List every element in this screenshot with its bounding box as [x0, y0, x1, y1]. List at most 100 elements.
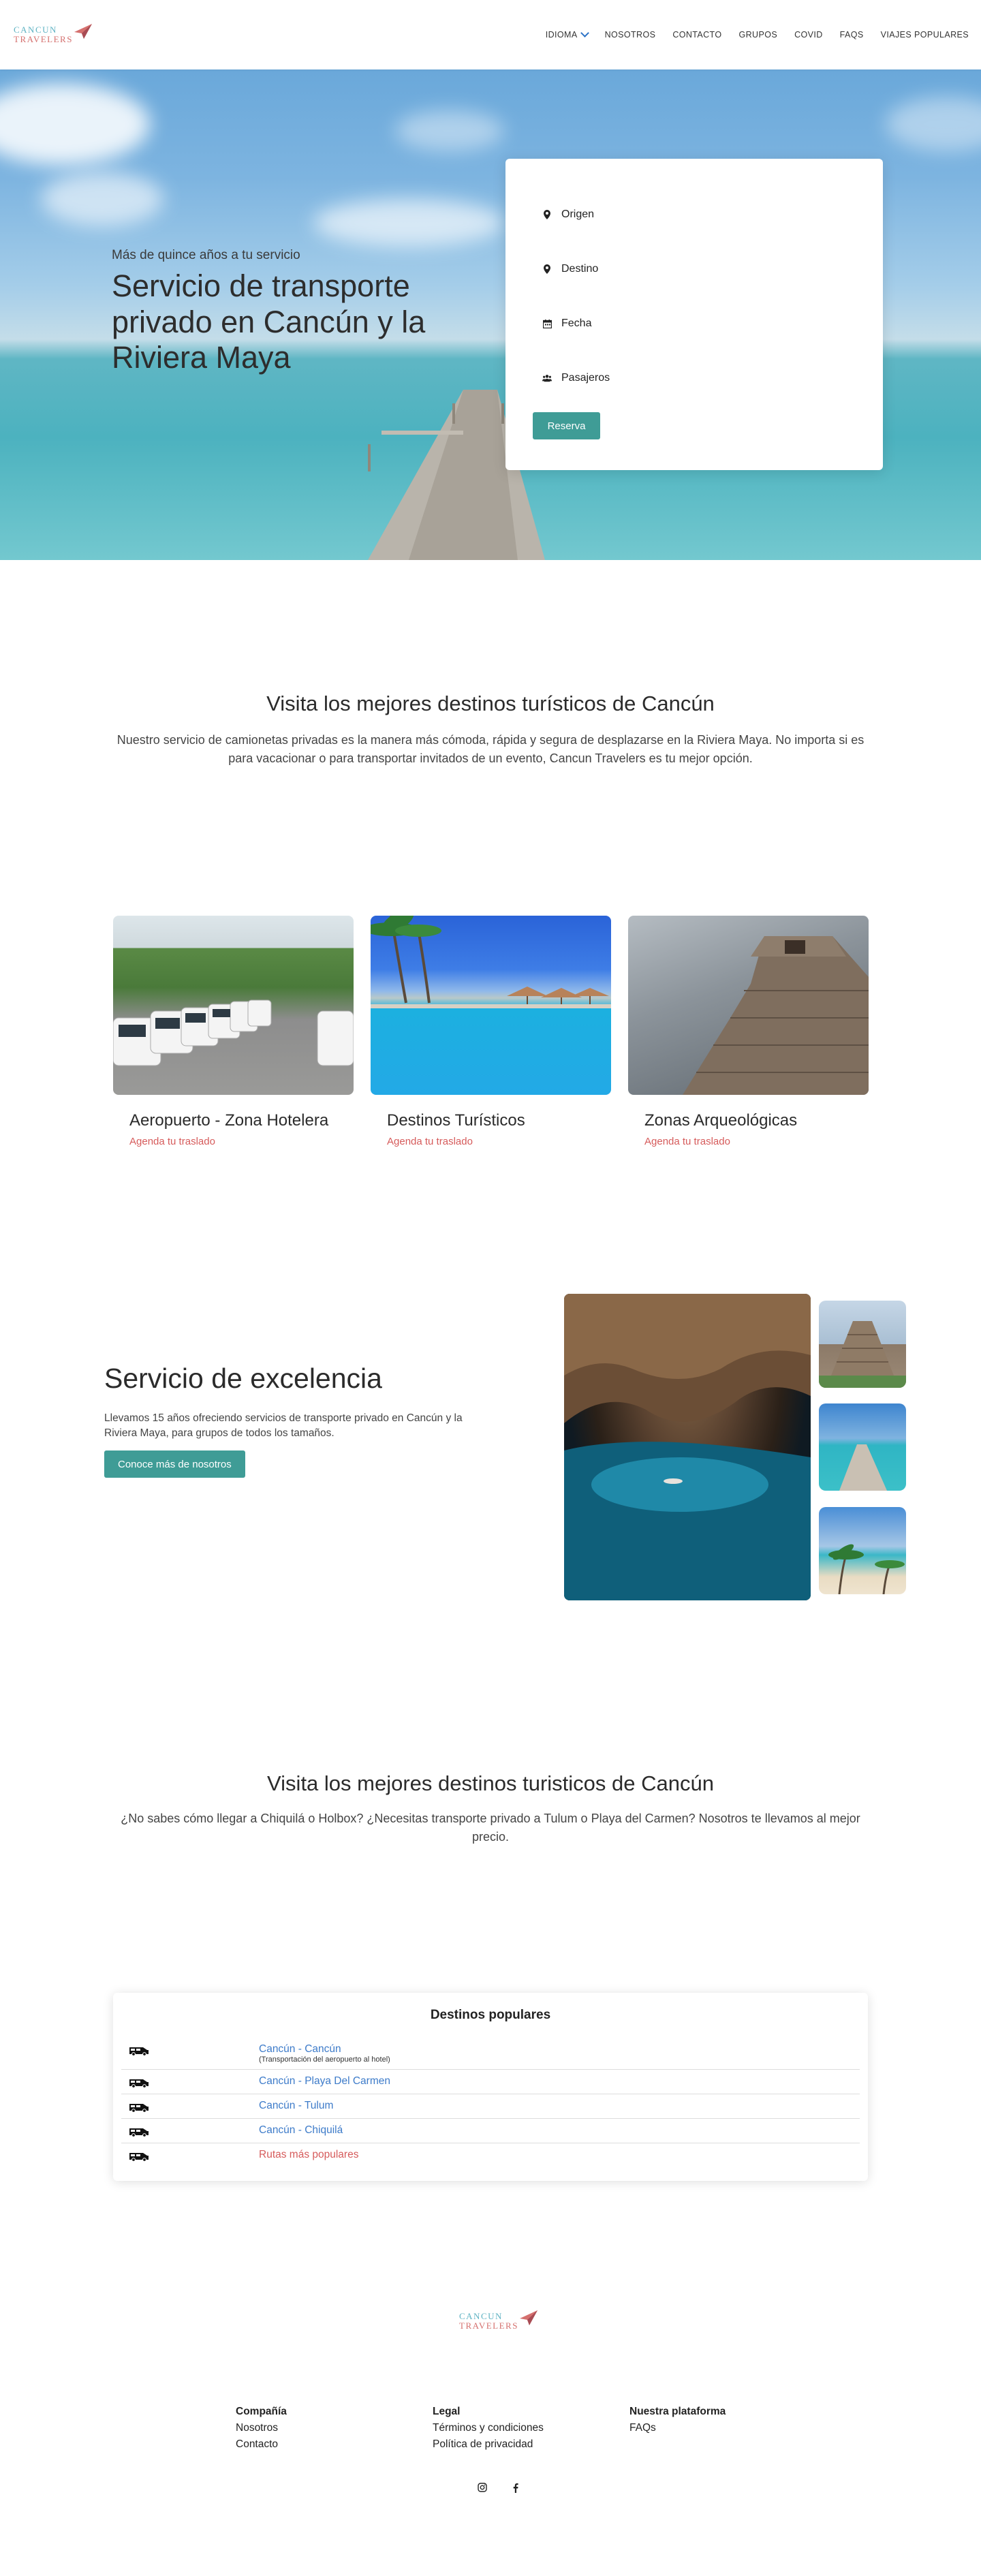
footer-heading: Legal	[433, 2406, 461, 2417]
hero-cloud	[313, 199, 504, 247]
popular-section: Visita los mejores destinos turisticos d…	[0, 1771, 981, 1846]
van-icon	[129, 2128, 149, 2137]
nav-viajes-populares[interactable]: Viajes populares	[881, 30, 969, 40]
destination-row[interactable]: Cancún - Chiquilá	[121, 2119, 860, 2143]
logo-line1: Cancun	[14, 25, 57, 35]
hero-subtitle: Más de quince años a tu servicio	[112, 248, 300, 262]
booking-form: Origen Destino Fecha Pasajeros Reserva	[505, 159, 883, 470]
popular-destinations-table: Destinos populares Cancún - Cancún (Trans…	[113, 1993, 868, 2181]
footer-col-company: Compañía Nosotros Contacto	[236, 2404, 433, 2453]
hero-cloud	[886, 97, 981, 151]
destination-link[interactable]: Cancún - Playa Del Carmen	[259, 2075, 390, 2088]
popular-routes-link[interactable]: Rutas más populares	[259, 2149, 358, 2161]
intro-section: Visita los mejores destinos turísticos d…	[0, 692, 981, 768]
passengers-field[interactable]: Pasajeros	[533, 351, 856, 405]
logo-line1: Cancun	[459, 2311, 503, 2321]
origin-field[interactable]: Origen	[533, 187, 856, 242]
logo-line2: Travelers	[459, 2320, 518, 2331]
cenote-image	[564, 1294, 811, 1600]
beach-thumb-image	[819, 1507, 906, 1594]
destination-label: Destino	[561, 263, 599, 275]
social-links	[477, 2482, 520, 2493]
card-book-link[interactable]: Agenda tu traslado	[129, 1136, 354, 1147]
destinations-title: Destinos populares	[430, 2008, 551, 2022]
date-field[interactable]: Fecha	[533, 296, 856, 351]
card-title: Zonas Arqueológicas	[644, 1111, 798, 1130]
service-card[interactable]: Aeropuerto - Zona Hotelera Agenda tu tra…	[113, 916, 354, 1147]
footer-col-platform: Nuestra plataforma FAQs	[629, 2404, 826, 2453]
van-icon	[129, 2104, 149, 2113]
nav-contacto[interactable]: Contacto	[672, 30, 721, 40]
service-cards: Aeropuerto - Zona Hotelera Agenda tu tra…	[113, 916, 869, 1147]
date-label: Fecha	[561, 317, 592, 329]
hero-cloud	[0, 83, 150, 165]
service-card[interactable]: Zonas Arqueológicas Agenda tu traslado	[628, 916, 869, 1147]
nav-grupos[interactable]: Grupos	[739, 30, 778, 40]
chevron-down-icon	[580, 29, 589, 37]
calendar-icon	[542, 319, 552, 328]
service-card[interactable]: Destinos Turísticos Agenda tu traslado	[371, 916, 611, 1147]
destination-note: (Transportación del aeropuerto al hotel)	[259, 2055, 390, 2064]
footer-link-terms[interactable]: Términos y condiciones	[433, 2420, 629, 2436]
nav-idioma[interactable]: Idioma	[546, 29, 589, 40]
site-logo[interactable]: Cancun Travelers	[14, 24, 92, 44]
excellence-section: Servicio de excelencia Llevamos 15 años …	[104, 1363, 486, 1478]
excellence-body: Llevamos 15 años ofreciendo servicios de…	[104, 1412, 463, 1439]
facebook-icon[interactable]	[510, 2482, 520, 2493]
card-book-link[interactable]: Agenda tu traslado	[387, 1136, 611, 1147]
destination-row[interactable]: Rutas más populares	[121, 2143, 860, 2167]
vans-image	[113, 916, 354, 1095]
origin-label: Origen	[561, 208, 595, 220]
footer-heading: Nuestra plataforma	[629, 2406, 726, 2417]
footer-link-faqs[interactable]: FAQs	[629, 2420, 826, 2436]
passengers-label: Pasajeros	[561, 372, 610, 384]
footer-link-contacto[interactable]: Contacto	[236, 2436, 433, 2453]
intro-description: Nuestro servicio de camionetas privadas …	[116, 733, 865, 765]
popular-description: ¿No sabes cómo llegar a Chiquilá o Holbo…	[121, 1812, 860, 1844]
hero-cloud	[395, 110, 504, 151]
hero-section: Más de quince años a tu servicio Servici…	[0, 69, 981, 560]
destination-row[interactable]: Cancún - Tulum	[121, 2094, 860, 2119]
excellence-title: Servicio de excelencia	[104, 1363, 382, 1394]
top-navbar: Cancun Travelers Idioma Nosotros Contact…	[0, 0, 981, 69]
card-title: Aeropuerto - Zona Hotelera	[129, 1111, 329, 1130]
destination-row[interactable]: Cancún - Cancún (Transportación del aerop…	[121, 2038, 860, 2070]
nav-covid[interactable]: Covid	[794, 30, 823, 40]
main-menu: Idioma Nosotros Contacto Grupos Covid FA…	[546, 29, 969, 40]
paper-plane-icon	[519, 2310, 538, 2325]
footer-links: Compañía Nosotros Contacto Legal Término…	[236, 2404, 826, 2453]
pyramid-thumb-image	[819, 1301, 906, 1388]
map-pin-icon	[542, 264, 552, 274]
footer-link-nosotros[interactable]: Nosotros	[236, 2420, 433, 2436]
about-us-button[interactable]: Conoce más de nosotros	[104, 1450, 245, 1478]
destination-field[interactable]: Destino	[533, 242, 856, 296]
destination-row[interactable]: Cancún - Playa Del Carmen	[121, 2070, 860, 2094]
pyramid-image	[628, 916, 869, 1095]
instagram-icon[interactable]	[477, 2482, 488, 2493]
card-title: Destinos Turísticos	[387, 1111, 525, 1130]
footer-link-privacy[interactable]: Política de privacidad	[433, 2436, 629, 2453]
reserve-button[interactable]: Reserva	[533, 412, 600, 439]
popular-title: Visita los mejores destinos turisticos d…	[267, 1771, 714, 1795]
footer-logo[interactable]: Cancun Travelers	[459, 2310, 538, 2331]
hero-title: Servicio de transporte privado en Cancún…	[112, 268, 426, 375]
van-icon	[129, 2047, 149, 2056]
card-book-link[interactable]: Agenda tu traslado	[644, 1136, 869, 1147]
footer-col-legal: Legal Términos y condiciones Política de…	[433, 2404, 629, 2453]
destination-link[interactable]: Cancún - Cancún	[259, 2043, 390, 2055]
destination-link[interactable]: Cancún - Tulum	[259, 2100, 333, 2112]
resort-pool-image	[371, 916, 611, 1095]
hero-cloud	[41, 172, 164, 226]
footer-heading: Compañía	[236, 2406, 287, 2417]
map-pin-icon	[542, 210, 552, 219]
paper-plane-icon	[74, 24, 92, 39]
intro-title: Visita los mejores destinos turísticos d…	[266, 692, 715, 715]
van-icon	[129, 2153, 149, 2162]
pier-thumb-image	[819, 1403, 906, 1491]
nav-nosotros[interactable]: Nosotros	[605, 30, 656, 40]
users-icon	[542, 373, 552, 383]
van-icon	[129, 2079, 149, 2088]
destination-link[interactable]: Cancún - Chiquilá	[259, 2124, 343, 2137]
hero-text: Más de quince años a tu servicio Servici…	[112, 248, 473, 376]
nav-faqs[interactable]: FAQs	[840, 30, 864, 40]
